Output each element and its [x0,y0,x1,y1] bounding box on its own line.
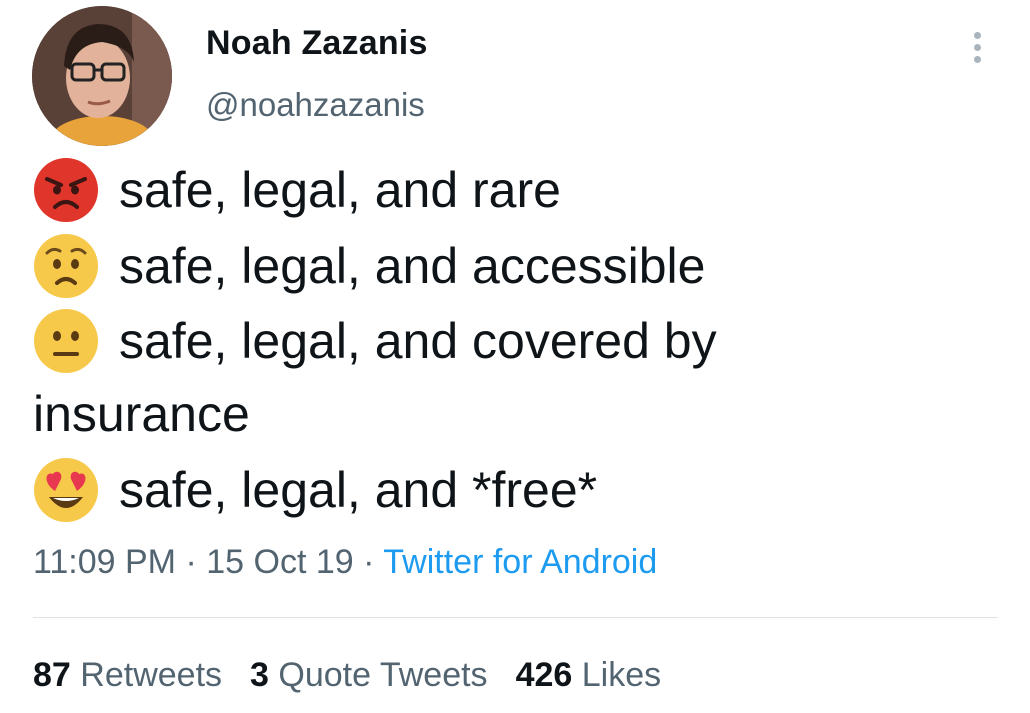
tweet-date[interactable]: 15 Oct 19 [206,543,353,581]
retweets-count: 87 [33,656,71,694]
likes-label: Likes [581,656,662,694]
tweet-line-text: safe, legal, and covered by [119,313,717,369]
user-handle[interactable]: @noahzazanis [206,86,425,124]
tweet-stats: 87 Retweets 3 Quote Tweets 426 Likes [33,656,689,695]
retweets-stat[interactable]: 87 Retweets [33,656,222,695]
tweet-time[interactable]: 11:09 PM [33,543,176,581]
tweet-line: safe, legal, and rare [33,157,561,227]
display-name[interactable]: Noah Zazanis [206,24,428,63]
neutral-face-icon [33,308,99,374]
meta-separator: · [353,543,384,581]
tweet-line-text: safe, legal, and rare [119,162,561,218]
tweet-card: Noah Zazanis @noahzazanis safe, legal, a… [0,0,1030,713]
tweet-line: safe, legal, and covered by [33,308,717,378]
tweet-line-text: safe, legal, and accessible [119,238,706,294]
heart-eyes-face-icon [33,457,99,523]
quote-tweets-count: 3 [250,656,269,694]
avatar[interactable] [32,6,172,146]
tweet-line: safe, legal, and *free* [33,457,598,527]
tweet-line: safe, legal, and accessible [33,233,706,303]
quote-tweets-label: Quote Tweets [278,656,488,694]
tweet-line: insurance [33,384,250,444]
likes-count: 426 [515,656,573,694]
angry-face-icon [33,157,99,223]
more-options-icon[interactable] [962,28,992,68]
retweets-label: Retweets [80,656,223,694]
tweet-line-text: safe, legal, and *free* [119,462,598,518]
tweet-meta: 11:09 PM · 15 Oct 19 · Twitter for Andro… [33,543,657,582]
likes-stat[interactable]: 426 Likes [516,656,662,695]
divider [33,617,998,618]
tweet-source-link[interactable]: Twitter for Android [383,543,657,581]
quote-tweets-stat[interactable]: 3 Quote Tweets [250,656,488,695]
tweet-line-text: insurance [33,386,250,442]
meta-separator: · [176,543,207,581]
worried-face-icon [33,233,99,299]
